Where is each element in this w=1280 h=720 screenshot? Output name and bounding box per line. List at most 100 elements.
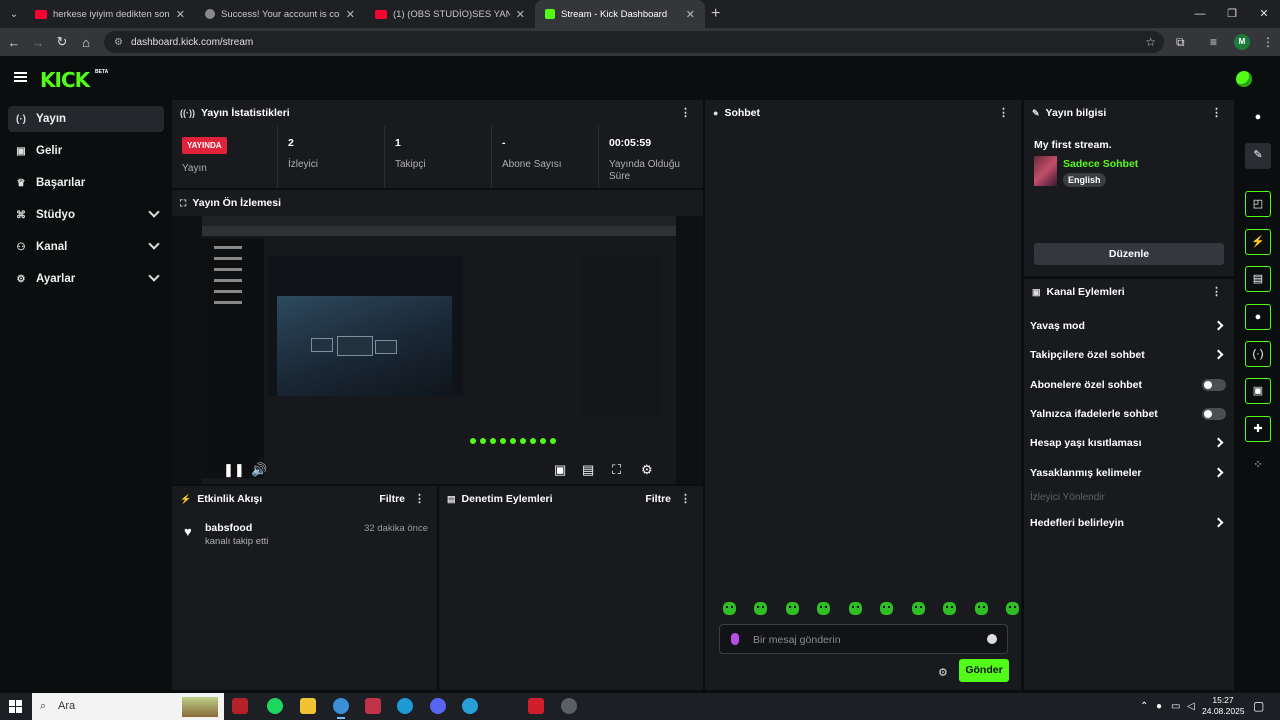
reading-list-icon[interactable]: ≡ <box>1210 28 1217 56</box>
menu-icon[interactable] <box>14 72 27 82</box>
emote-icon[interactable] <box>1005 602 1019 615</box>
obs-icon[interactable] <box>561 698 577 714</box>
info-icon[interactable]: ● <box>1245 105 1271 131</box>
url-field[interactable]: ⚙ dashboard.kick.com/stream ☆ <box>104 31 1164 53</box>
stream-preview[interactable]: ❚❚ 🔊 ▣ ▤ ⛶ ⚙ <box>172 216 703 484</box>
chat-icon[interactable]: ● <box>1245 304 1271 330</box>
wrench-icon[interactable]: ✚ <box>1245 416 1271 442</box>
file-explorer-icon[interactable] <box>300 698 316 714</box>
close-tab-icon[interactable]: ✕ <box>516 8 525 21</box>
notifications-icon[interactable]: ▢ <box>1253 693 1264 720</box>
browser-menu-icon[interactable]: ⋮ <box>1262 28 1274 56</box>
filter-button[interactable]: Filtre <box>379 493 405 505</box>
emote-icon[interactable] <box>911 602 925 615</box>
fullscreen-icon[interactable]: ⛶ <box>612 462 621 478</box>
new-tab-button[interactable]: + <box>711 5 720 23</box>
send-button[interactable]: Gönder <box>959 659 1009 682</box>
forward-icon[interactable]: → <box>26 35 50 50</box>
bookmark-star-icon[interactable]: ☆ <box>1145 35 1156 49</box>
followers-only-row[interactable]: Takipçilere özel sohbet <box>1030 345 1226 365</box>
back-icon[interactable]: ← <box>2 35 26 50</box>
browser-tab[interactable]: (1) (OBS STUDİO)SES YANKI SO ✕ <box>365 0 535 28</box>
sidebar-item-ayarlar[interactable]: ⚙ Ayarlar <box>8 266 164 292</box>
more-options-icon[interactable]: ⋮ <box>414 492 425 505</box>
emotes-only-toggle[interactable] <box>1202 408 1226 420</box>
profile-avatar[interactable]: M <box>1234 34 1250 50</box>
slow-mode-row[interactable]: Yavaş mod <box>1030 316 1226 336</box>
more-options-icon[interactable]: ⋮ <box>1211 285 1222 298</box>
sidebar-item-kanal[interactable]: ⚇ Kanal <box>8 234 164 260</box>
news-app-icon[interactable] <box>232 698 248 714</box>
activity-user[interactable]: babsfood <box>205 522 252 534</box>
subscribers-only-toggle[interactable] <box>1202 379 1226 391</box>
sidebar-item-basarilar[interactable]: ♛ Başarılar <box>8 170 164 196</box>
emote-icon[interactable] <box>817 602 831 615</box>
close-tab-icon[interactable]: ✕ <box>346 8 355 21</box>
pip-icon[interactable]: ▣ <box>554 462 566 478</box>
emote-icon[interactable] <box>785 602 799 615</box>
chrome-icon[interactable] <box>333 698 349 719</box>
telegram-icon[interactable] <box>462 698 478 714</box>
reload-icon[interactable]: ↻ <box>50 34 74 50</box>
sidebar-item-gelir[interactable]: ▣ Gelir <box>8 138 164 164</box>
app-icon[interactable] <box>365 698 381 714</box>
broadcast-icon[interactable]: (·) <box>1245 341 1271 367</box>
home-icon[interactable]: ⌂ <box>74 35 98 50</box>
lightning-icon[interactable]: ⚡ <box>1245 229 1271 255</box>
emote-icon[interactable] <box>880 602 894 615</box>
chat-settings-icon[interactable]: ⚙ <box>938 666 948 679</box>
minimize-icon[interactable]: — <box>1184 0 1216 28</box>
volume-icon[interactable]: 🔊 <box>251 462 267 478</box>
spotify-icon[interactable] <box>267 698 283 714</box>
site-info-icon[interactable]: ⚙ <box>114 37 123 48</box>
emote-icon[interactable] <box>848 602 862 615</box>
sidebar-item-yayin[interactable]: (·) Yayın <box>8 106 164 132</box>
app-icon[interactable] <box>528 698 544 714</box>
emoji-picker-icon[interactable] <box>987 634 997 644</box>
pause-icon[interactable]: ❚❚ <box>223 462 245 478</box>
account-age-row[interactable]: Hesap yaşı kısıtlaması <box>1030 433 1226 453</box>
kick-logo[interactable]: KICK <box>40 68 90 92</box>
close-window-icon[interactable]: ✕ <box>1248 0 1280 28</box>
emote-icon[interactable] <box>723 602 736 615</box>
more-options-icon[interactable]: ⋮ <box>1211 106 1222 119</box>
network-icon[interactable]: ▭ <box>1171 693 1180 720</box>
more-options-icon[interactable]: ⋮ <box>998 106 1009 119</box>
emote-icon[interactable] <box>754 602 768 615</box>
toolbox-icon[interactable]: ▣ <box>1245 378 1271 404</box>
set-goals-row[interactable]: Hedefleri belirleyin <box>1030 513 1226 533</box>
filter-button[interactable]: Filtre <box>645 493 671 505</box>
tray-chevron-icon[interactable]: ⌃ <box>1140 693 1148 720</box>
settings-icon[interactable]: ⚙ <box>641 462 653 478</box>
category-link[interactable]: Sadece Sohbet <box>1063 158 1138 170</box>
notes-icon[interactable]: ▤ <box>1245 266 1271 292</box>
user-avatar[interactable] <box>1236 71 1252 87</box>
browser-tab[interactable]: Success! Your account is conne ✕ <box>195 0 365 28</box>
close-tab-icon[interactable]: ✕ <box>176 8 185 21</box>
volume-tray-icon[interactable]: ◁ <box>1187 693 1195 720</box>
edit-button[interactable]: Düzenle <box>1034 243 1224 265</box>
microphone-icon[interactable] <box>731 633 739 645</box>
discord-icon[interactable] <box>430 698 446 714</box>
emote-icon[interactable] <box>943 602 957 615</box>
more-options-icon[interactable]: ⋮ <box>680 492 691 505</box>
theater-icon[interactable]: ▤ <box>582 462 594 478</box>
emote-icon[interactable] <box>974 602 988 615</box>
microphone-tray-icon[interactable]: ● <box>1156 693 1162 720</box>
sidebar-item-studyo[interactable]: ⌘ Stüdyo <box>8 202 164 228</box>
more-options-icon[interactable]: ⋮ <box>680 106 691 119</box>
add-widget-icon[interactable]: ⁘ <box>1245 453 1271 479</box>
edit-pencil-icon[interactable]: ✎ <box>1245 143 1271 169</box>
restore-icon[interactable]: ❐ <box>1216 0 1248 28</box>
screen-capture-icon[interactable]: ◰ <box>1245 191 1271 217</box>
banned-words-row[interactable]: Yasaklanmış kelimeler <box>1030 463 1226 483</box>
browser-tab-active[interactable]: Stream - Kick Dashboard ✕ <box>535 0 705 28</box>
system-clock[interactable]: 15:27 24.08.2025 <box>1202 695 1245 717</box>
browser-tab[interactable]: herkese iyiyim dedikten sonra g ✕ <box>25 0 195 28</box>
chat-message-input[interactable]: Bir mesaj gönderin <box>719 624 1008 654</box>
windows-start-icon[interactable] <box>9 700 22 713</box>
tab-search-button[interactable]: ⌄ <box>3 3 25 25</box>
edge-icon[interactable] <box>397 698 413 714</box>
close-tab-icon[interactable]: ✕ <box>686 8 695 21</box>
taskbar-search[interactable]: ⌕ Ara <box>32 693 224 720</box>
